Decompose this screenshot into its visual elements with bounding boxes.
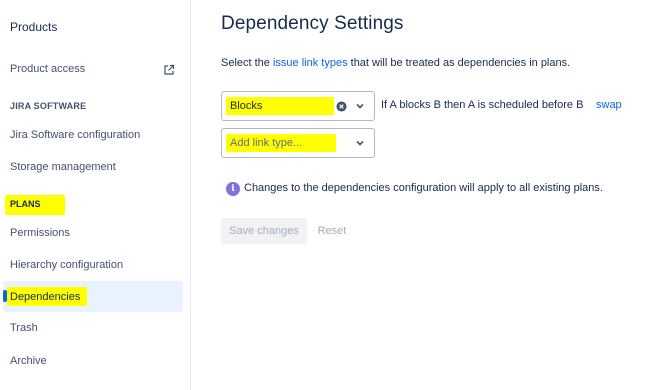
reset-button[interactable]: Reset (311, 218, 353, 244)
sidebar-item-storage[interactable]: Storage management (10, 161, 116, 173)
sidebar-section-jira-software: JIRA SOFTWARE (10, 101, 87, 111)
link-type-select[interactable]: Blocks (221, 91, 375, 121)
clear-icon[interactable] (336, 101, 347, 112)
external-link-icon[interactable] (163, 64, 175, 76)
chevron-down-icon[interactable] (355, 102, 365, 110)
sidebar: Products Product access JIRA SOFTWARE Ji… (0, 0, 191, 390)
add-link-type-select[interactable]: Add link type... (221, 128, 375, 158)
select-placeholder: Add link type... (230, 137, 303, 149)
dependency-rule-text: If A blocks B then A is scheduled before… (381, 99, 584, 111)
main-content: Dependency Settings Select the issue lin… (191, 0, 657, 390)
sidebar-item-hierarchy[interactable]: Hierarchy configuration (10, 259, 123, 271)
issue-link-types-link[interactable]: issue link types (273, 57, 348, 69)
info-icon: i (226, 182, 240, 196)
swap-link[interactable]: swap (596, 99, 622, 111)
chevron-down-icon[interactable] (355, 139, 365, 147)
sidebar-item-dependencies-label: Dependencies (10, 291, 81, 303)
description: Select the issue link types that will be… (221, 57, 570, 69)
description-suffix: that will be treated as dependencies in … (347, 57, 571, 69)
sidebar-title: Products (10, 20, 58, 34)
page-title: Dependency Settings (221, 13, 404, 34)
select-value: Blocks (230, 100, 263, 112)
info-message: Changes to the dependencies configuratio… (244, 182, 603, 194)
sidebar-item-jira-config[interactable]: Jira Software configuration (10, 129, 140, 141)
sidebar-item-permissions[interactable]: Permissions (10, 227, 70, 239)
sidebar-item-product-access[interactable]: Product access (10, 63, 85, 75)
save-changes-button[interactable]: Save changes (221, 218, 307, 244)
description-prefix: Select the (221, 57, 273, 69)
sidebar-item-archive[interactable]: Archive (10, 355, 47, 367)
sidebar-item-trash[interactable]: Trash (10, 322, 38, 334)
sidebar-section-plans: PLANS (10, 199, 41, 209)
